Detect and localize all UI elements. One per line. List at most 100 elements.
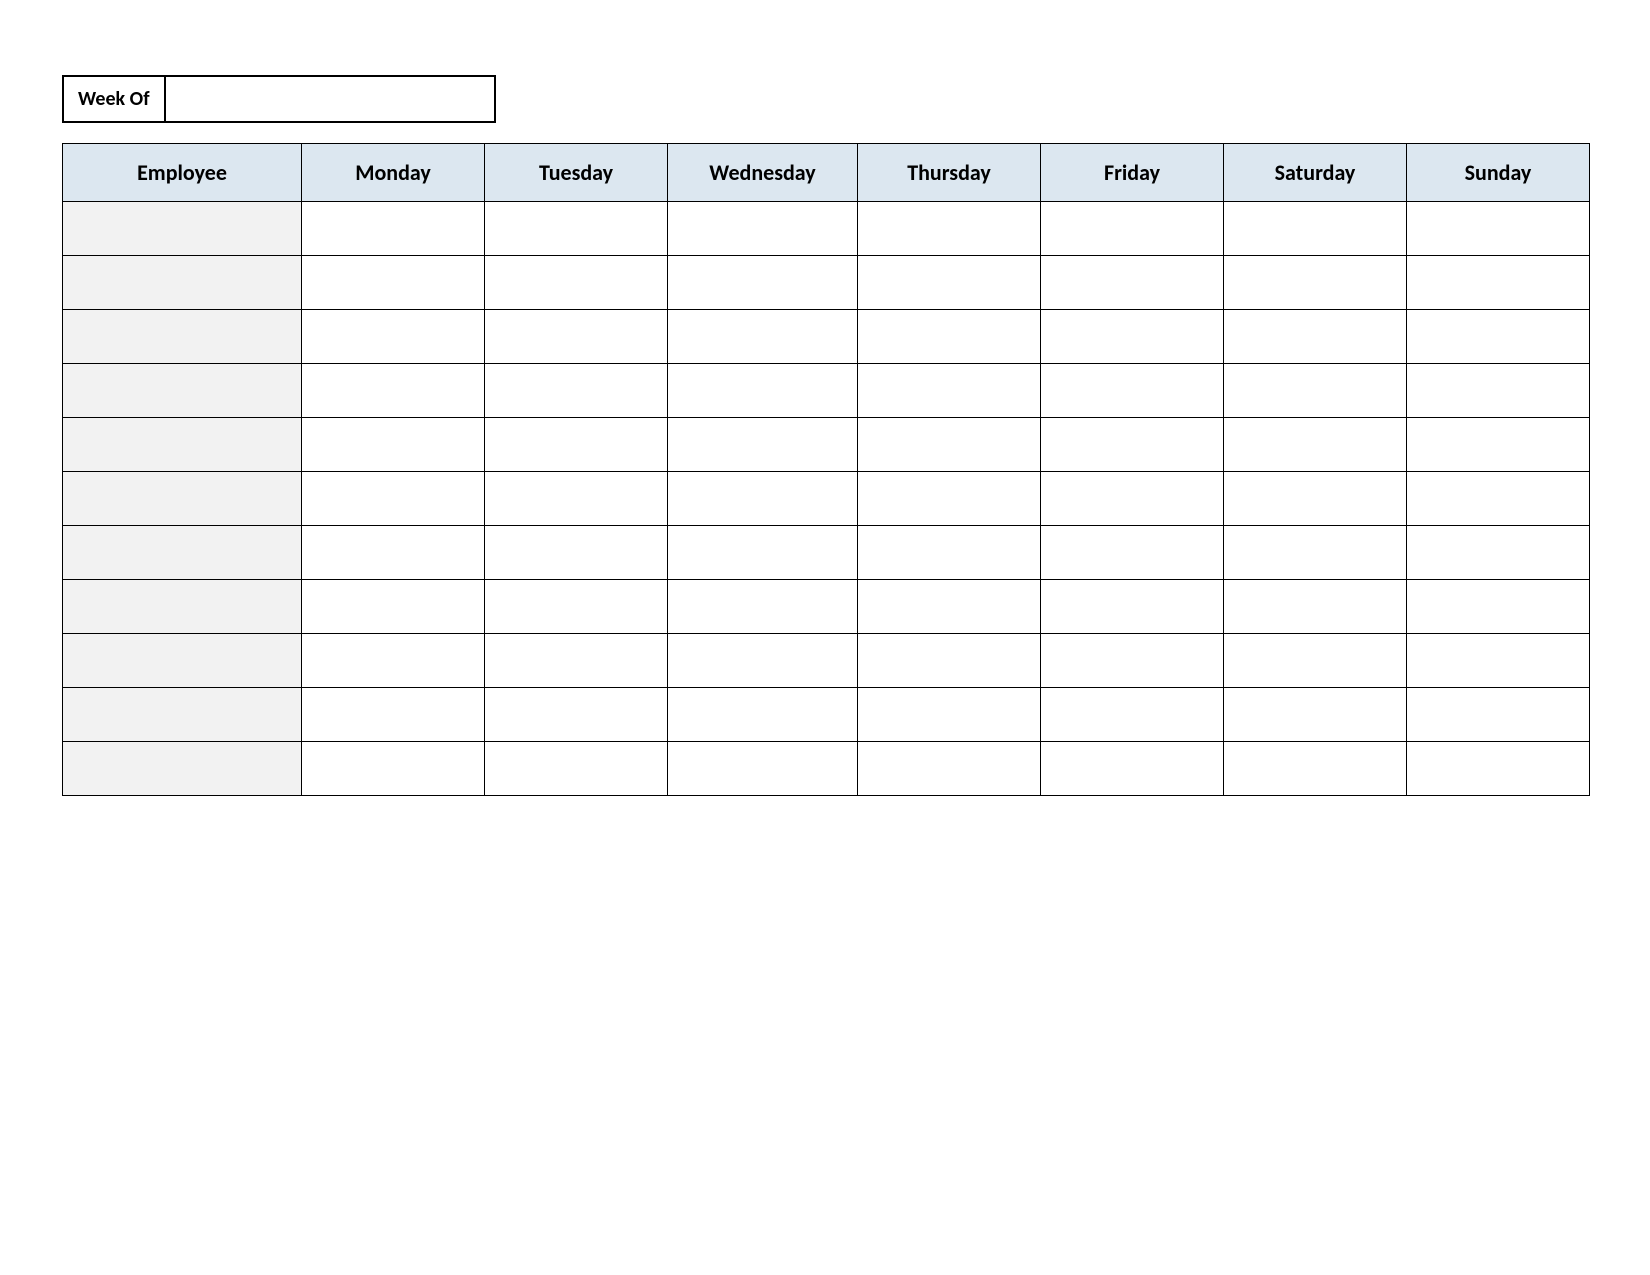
schedule-cell[interactable] [485, 526, 668, 580]
schedule-cell[interactable] [1224, 688, 1407, 742]
employee-cell[interactable] [63, 418, 302, 472]
schedule-cell[interactable] [1407, 634, 1590, 688]
schedule-cell[interactable] [1041, 310, 1224, 364]
schedule-cell[interactable] [858, 526, 1041, 580]
schedule-cell[interactable] [1407, 742, 1590, 796]
schedule-cell[interactable] [1407, 688, 1590, 742]
schedule-cell[interactable] [302, 472, 485, 526]
schedule-cell[interactable] [1224, 472, 1407, 526]
schedule-cell[interactable] [1041, 202, 1224, 256]
table-row [63, 256, 1590, 310]
employee-cell[interactable] [63, 202, 302, 256]
schedule-cell[interactable] [485, 742, 668, 796]
schedule-cell[interactable] [302, 256, 485, 310]
employee-cell[interactable] [63, 688, 302, 742]
schedule-cell[interactable] [858, 256, 1041, 310]
table-row [63, 418, 1590, 472]
table-row [63, 202, 1590, 256]
schedule-cell[interactable] [1407, 472, 1590, 526]
header-wednesday: Wednesday [668, 144, 858, 202]
schedule-cell[interactable] [1224, 526, 1407, 580]
schedule-cell[interactable] [1407, 202, 1590, 256]
schedule-cell[interactable] [1224, 580, 1407, 634]
schedule-cell[interactable] [302, 418, 485, 472]
schedule-cell[interactable] [1407, 418, 1590, 472]
schedule-cell[interactable] [302, 526, 485, 580]
schedule-cell[interactable] [858, 688, 1041, 742]
schedule-cell[interactable] [1224, 256, 1407, 310]
week-of-value[interactable] [166, 75, 496, 123]
schedule-cell[interactable] [1407, 256, 1590, 310]
schedule-cell[interactable] [1224, 202, 1407, 256]
schedule-cell[interactable] [485, 310, 668, 364]
schedule-cell[interactable] [1224, 310, 1407, 364]
schedule-cell[interactable] [668, 310, 858, 364]
schedule-cell[interactable] [1407, 580, 1590, 634]
schedule-cell[interactable] [1041, 526, 1224, 580]
schedule-cell[interactable] [302, 310, 485, 364]
employee-cell[interactable] [63, 580, 302, 634]
schedule-cell[interactable] [858, 310, 1041, 364]
schedule-cell[interactable] [668, 364, 858, 418]
employee-cell[interactable] [63, 472, 302, 526]
schedule-cell[interactable] [302, 202, 485, 256]
schedule-cell[interactable] [1041, 688, 1224, 742]
schedule-cell[interactable] [1041, 364, 1224, 418]
schedule-cell[interactable] [1041, 418, 1224, 472]
schedule-cell[interactable] [668, 688, 858, 742]
schedule-cell[interactable] [485, 202, 668, 256]
schedule-cell[interactable] [485, 580, 668, 634]
schedule-cell[interactable] [485, 418, 668, 472]
schedule-cell[interactable] [668, 202, 858, 256]
schedule-cell[interactable] [668, 634, 858, 688]
header-employee: Employee [63, 144, 302, 202]
schedule-cell[interactable] [1407, 526, 1590, 580]
schedule-cell[interactable] [1407, 310, 1590, 364]
schedule-cell[interactable] [485, 364, 668, 418]
schedule-cell[interactable] [1041, 580, 1224, 634]
schedule-cell[interactable] [302, 742, 485, 796]
schedule-cell[interactable] [668, 418, 858, 472]
schedule-cell[interactable] [1224, 418, 1407, 472]
schedule-cell[interactable] [485, 634, 668, 688]
employee-cell[interactable] [63, 364, 302, 418]
header-thursday: Thursday [858, 144, 1041, 202]
employee-cell[interactable] [63, 634, 302, 688]
schedule-cell[interactable] [302, 364, 485, 418]
employee-cell[interactable] [63, 310, 302, 364]
schedule-cell[interactable] [668, 580, 858, 634]
employee-cell[interactable] [63, 742, 302, 796]
schedule-cell[interactable] [668, 472, 858, 526]
schedule-cell[interactable] [858, 364, 1041, 418]
schedule-cell[interactable] [1041, 742, 1224, 796]
schedule-cell[interactable] [302, 580, 485, 634]
schedule-cell[interactable] [668, 742, 858, 796]
schedule-cell[interactable] [1041, 472, 1224, 526]
schedule-cell[interactable] [858, 418, 1041, 472]
table-row [63, 472, 1590, 526]
schedule-cell[interactable] [858, 472, 1041, 526]
schedule-cell[interactable] [1224, 364, 1407, 418]
schedule-cell[interactable] [858, 742, 1041, 796]
table-row [63, 526, 1590, 580]
schedule-cell[interactable] [668, 526, 858, 580]
table-row [63, 580, 1590, 634]
schedule-cell[interactable] [485, 256, 668, 310]
employee-cell[interactable] [63, 256, 302, 310]
schedule-cell[interactable] [485, 688, 668, 742]
schedule-cell[interactable] [668, 256, 858, 310]
schedule-cell[interactable] [302, 634, 485, 688]
employee-cell[interactable] [63, 526, 302, 580]
schedule-cell[interactable] [1041, 256, 1224, 310]
schedule-cell[interactable] [858, 580, 1041, 634]
schedule-cell[interactable] [1224, 634, 1407, 688]
schedule-cell[interactable] [1041, 634, 1224, 688]
header-monday: Monday [302, 144, 485, 202]
schedule-cell[interactable] [302, 688, 485, 742]
table-row [63, 310, 1590, 364]
schedule-cell[interactable] [858, 634, 1041, 688]
schedule-cell[interactable] [858, 202, 1041, 256]
schedule-cell[interactable] [1407, 364, 1590, 418]
schedule-cell[interactable] [485, 472, 668, 526]
schedule-cell[interactable] [1224, 742, 1407, 796]
